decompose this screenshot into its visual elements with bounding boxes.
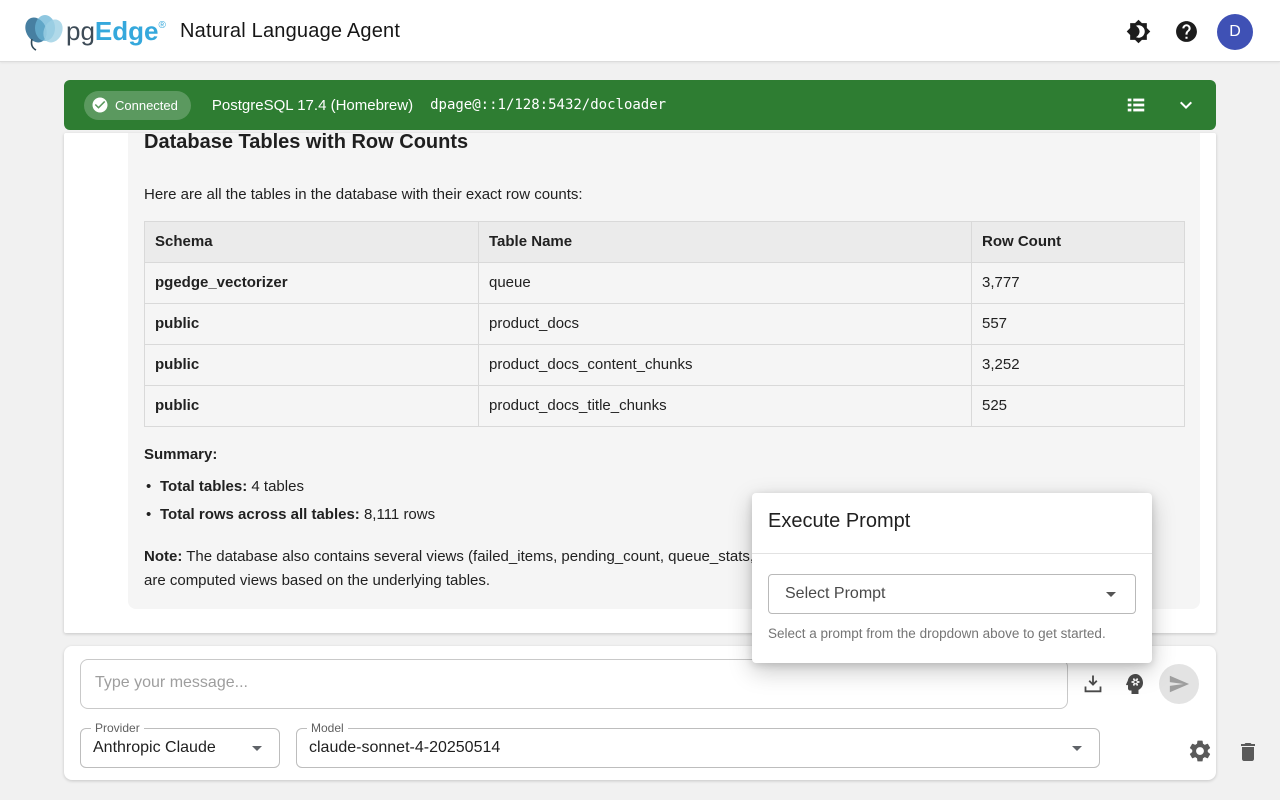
connection-status-label: Connected xyxy=(115,98,178,113)
provider-label: Provider xyxy=(91,721,144,735)
table-row: public product_docs_title_chunks 525 xyxy=(145,386,1185,427)
chevron-down-icon xyxy=(1174,93,1198,117)
cell-schema: public xyxy=(145,386,479,427)
check-circle-icon xyxy=(91,96,109,114)
clear-chat-button[interactable] xyxy=(1232,736,1264,768)
table-row: public product_docs_content_chunks 3,252 xyxy=(145,345,1185,386)
cell-row-count: 3,252 xyxy=(972,345,1185,386)
table-header-row: Schema Table Name Row Count xyxy=(145,222,1185,263)
connection-string: dpage@::1/128:5432/docloader xyxy=(430,97,666,113)
bullet-value: 4 tables xyxy=(247,478,304,495)
cell-schema: pgedge_vectorizer xyxy=(145,263,479,304)
provider-select[interactable]: Provider Anthropic Claude xyxy=(80,728,280,768)
model-select[interactable]: Model claude-sonnet-4-20250514 xyxy=(296,728,1100,768)
dialog-helper-text: Select a prompt from the dropdown above … xyxy=(768,625,1106,643)
server-version-label: PostgreSQL 17.4 (Homebrew) xyxy=(212,97,413,114)
prompt-select-value: Select Prompt xyxy=(785,585,1099,603)
download-icon xyxy=(1081,672,1105,696)
dialog-divider xyxy=(752,553,1152,554)
dropdown-arrow-icon xyxy=(1099,582,1123,606)
cell-schema: public xyxy=(145,345,479,386)
page-title: Natural Language Agent xyxy=(180,0,400,62)
dropdown-arrow-icon xyxy=(1065,736,1089,760)
dropdown-arrow-icon xyxy=(245,736,269,760)
help-button[interactable] xyxy=(1166,11,1206,51)
bullet-label: Total tables: xyxy=(160,478,247,495)
pgedge-logo: pgEdge® xyxy=(22,9,172,53)
column-header-schema: Schema xyxy=(145,222,479,263)
logo-text-edge: Edge xyxy=(95,16,159,46)
execute-prompt-dialog: Execute Prompt Select Prompt Select a pr… xyxy=(752,493,1152,663)
gear-icon xyxy=(1187,738,1213,764)
cell-table-name: product_docs_content_chunks xyxy=(479,345,972,386)
cell-table-name: product_docs xyxy=(479,304,972,345)
connection-bar[interactable]: Connected PostgreSQL 17.4 (Homebrew) dpa… xyxy=(64,80,1216,130)
model-label: Model xyxy=(307,721,348,735)
db-tables-table: Schema Table Name Row Count pgedge_vecto… xyxy=(144,221,1185,427)
cell-row-count: 3,777 xyxy=(972,263,1185,304)
user-avatar[interactable]: D xyxy=(1217,14,1253,50)
connection-collapse-button[interactable] xyxy=(1170,89,1202,121)
list-icon xyxy=(1125,94,1147,116)
message-intro-text: Here are all the tables in the database … xyxy=(144,185,1184,205)
download-button[interactable] xyxy=(1077,668,1109,700)
dialog-title: Execute Prompt xyxy=(768,507,910,535)
table-row: pgedge_vectorizer queue 3,777 xyxy=(145,263,1185,304)
table-row: public product_docs 557 xyxy=(145,304,1185,345)
logo-text-pg: pg xyxy=(66,16,95,46)
cell-table-name: queue xyxy=(479,263,972,304)
message-heading: Database Tables with Row Counts xyxy=(144,133,1184,157)
cell-row-count: 557 xyxy=(972,304,1185,345)
message-input[interactable] xyxy=(80,659,1068,709)
connection-list-button[interactable] xyxy=(1120,89,1152,121)
help-icon xyxy=(1174,19,1199,44)
cell-row-count: 525 xyxy=(972,386,1185,427)
column-header-row-count: Row Count xyxy=(972,222,1185,263)
connection-status-badge: Connected xyxy=(84,91,191,120)
note-prefix: Note: xyxy=(144,548,182,565)
composer-panel: Provider Anthropic Claude Model claude-s… xyxy=(64,646,1216,780)
provider-value: Anthropic Claude xyxy=(93,739,245,757)
pgedge-logo-mark xyxy=(22,14,66,50)
bullet-label: Total rows across all tables: xyxy=(160,506,360,523)
cell-schema: public xyxy=(145,304,479,345)
svg-text:pgEdge®: pgEdge® xyxy=(66,16,167,46)
logo-reg-mark: ® xyxy=(159,20,167,31)
bullet-value: 8,111 rows xyxy=(360,506,435,523)
trash-icon xyxy=(1236,740,1260,764)
send-button[interactable] xyxy=(1159,664,1199,704)
model-value: claude-sonnet-4-20250514 xyxy=(309,739,1065,757)
theme-toggle-button[interactable] xyxy=(1118,11,1158,51)
column-header-table-name: Table Name xyxy=(479,222,972,263)
dark-mode-icon xyxy=(1126,19,1151,44)
cell-table-name: product_docs_title_chunks xyxy=(479,386,972,427)
prompt-library-button[interactable] xyxy=(1119,668,1151,700)
settings-button[interactable] xyxy=(1184,735,1216,767)
app-bar: pgEdge® Natural Language Agent D xyxy=(0,0,1280,62)
prompt-select[interactable]: Select Prompt xyxy=(768,574,1136,614)
psychology-icon xyxy=(1123,672,1147,696)
send-icon xyxy=(1168,673,1190,695)
summary-title: Summary: xyxy=(144,445,1184,465)
